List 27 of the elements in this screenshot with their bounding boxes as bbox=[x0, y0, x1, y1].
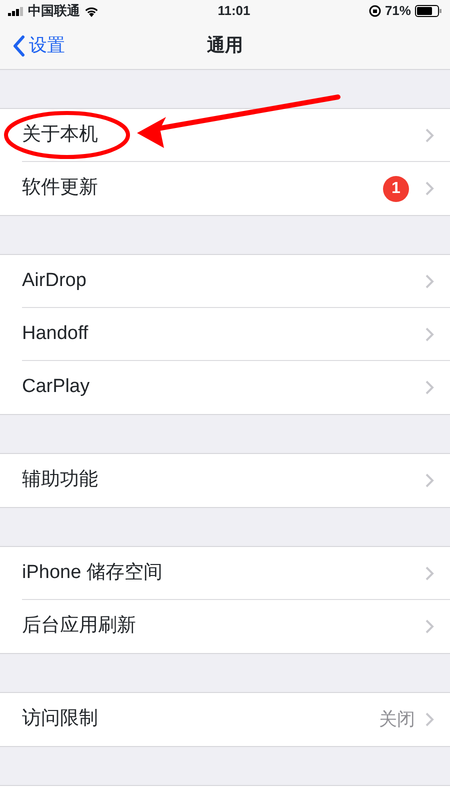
notification-badge: 1 bbox=[383, 176, 409, 202]
chevron-icon bbox=[425, 181, 434, 196]
chevron-icon bbox=[425, 566, 434, 580]
back-chevron-icon bbox=[12, 34, 25, 56]
clock-time: 11:01 bbox=[218, 2, 250, 20]
chevron-icon bbox=[425, 274, 434, 288]
battery-icon bbox=[414, 5, 442, 17]
chevron-icon bbox=[425, 326, 434, 342]
chevron-icon bbox=[425, 128, 434, 142]
chevron-icon bbox=[425, 473, 434, 488]
chevron-icon bbox=[425, 380, 434, 395]
chevron-icon bbox=[425, 712, 434, 727]
rotation-lock-icon bbox=[368, 5, 381, 17]
settings-row[interactable]: AirDrop bbox=[22, 255, 450, 308]
setting-value: 关闭 bbox=[379, 708, 415, 731]
page-title: 通用 bbox=[207, 34, 243, 57]
chevron-icon bbox=[425, 619, 434, 634]
settings-row[interactable]: Handoff bbox=[22, 308, 450, 361]
signal-icon bbox=[8, 6, 24, 16]
wifi-icon bbox=[84, 6, 99, 16]
settings-row[interactable]: iPhone 储存空间 bbox=[22, 547, 450, 600]
battery-percentage: 71% bbox=[384, 2, 411, 20]
back-button[interactable]: 设置 bbox=[12, 32, 65, 59]
settings-row[interactable]: 后台应用刷新 bbox=[22, 600, 450, 653]
carrier-name: 中国联通 bbox=[28, 2, 80, 20]
settings-row[interactable]: CarPlay bbox=[22, 361, 450, 414]
settings-row[interactable]: 软件更新 1 bbox=[22, 162, 450, 215]
